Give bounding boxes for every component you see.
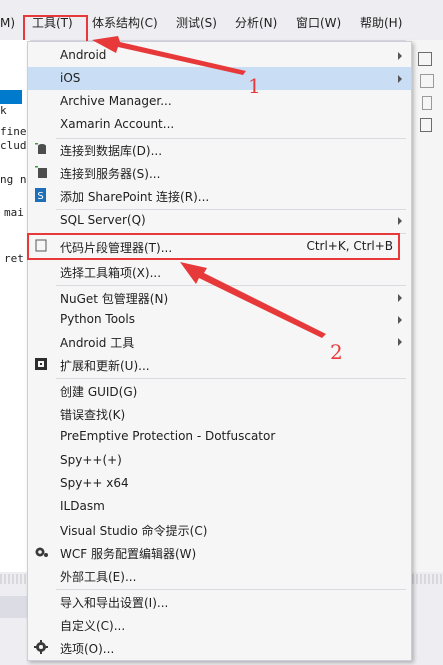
menu-item-label: 选项(O)...: [60, 642, 115, 656]
menu-item-ios[interactable]: iOS: [28, 67, 411, 90]
menu-item-spy-x64[interactable]: Spy++ x64: [28, 472, 411, 495]
menu-item-label: Android 工具: [60, 336, 135, 350]
code-line: mai: [4, 206, 24, 219]
menu-item-python-tools[interactable]: Python Tools: [28, 308, 411, 331]
sharepoint-icon: S: [35, 188, 46, 202]
menu-item-wcf-config-editor[interactable]: WCF 服务配置编辑器(W): [28, 541, 411, 564]
menu-project[interactable]: M): [0, 13, 15, 33]
toolbar-tablet-icon[interactable]: [420, 118, 432, 132]
code-line: ng n: [0, 173, 27, 186]
menu-item-connect-database[interactable]: 连接到数据库(D)...: [28, 138, 411, 161]
menu-item-create-guid[interactable]: 创建 GUID(G): [28, 379, 411, 402]
menu-item-label: Python Tools: [60, 312, 135, 326]
submenu-arrow-icon: [398, 294, 402, 302]
menu-item-external-tools[interactable]: 外部工具(E)...: [28, 564, 411, 587]
menu-item-label: iOS: [60, 71, 81, 85]
panel-tab[interactable]: [0, 596, 30, 618]
svg-text:S: S: [37, 191, 43, 202]
menu-item-label: WCF 服务配置编辑器(W): [60, 547, 197, 561]
menu-item-label: Archive Manager...: [60, 94, 172, 108]
menu-item-choose-toolbox-items[interactable]: 选择工具箱项(X)...: [28, 260, 411, 283]
extensions-icon: [35, 358, 47, 370]
menu-item-sql-server[interactable]: SQL Server(Q): [28, 209, 411, 232]
menu-item-connect-server[interactable]: 连接到服务器(S)...: [28, 161, 411, 184]
menu-item-error-lookup[interactable]: 错误查找(K): [28, 402, 411, 425]
menu-item-label: 创建 GUID(G): [60, 385, 138, 399]
menu-item-label: Xamarin Account...: [60, 117, 175, 131]
menu-item-nuget[interactable]: NuGet 包管理器(N): [28, 286, 411, 309]
menu-window[interactable]: 窗口(W): [296, 13, 341, 33]
menu-analyze[interactable]: 分析(N): [235, 13, 277, 33]
menu-item-label: Spy++(+): [60, 453, 122, 467]
menu-item-label: 扩展和更新(U)...: [60, 359, 150, 373]
menu-item-label: PreEmptive Protection - Dotfuscator: [60, 429, 276, 443]
wcf-gear-icon: [35, 547, 48, 557]
menu-item-ildasm[interactable]: ILDasm: [28, 495, 411, 518]
menu-item-label: 外部工具(E)...: [60, 570, 137, 584]
editor-tab[interactable]: [0, 90, 22, 104]
submenu-arrow-icon: [398, 52, 402, 60]
menu-item-label: Spy++ x64: [60, 476, 129, 490]
menu-item-label: Visual Studio 命令提示(C): [60, 524, 208, 538]
menu-test[interactable]: 测试(S): [176, 13, 217, 33]
submenu-arrow-icon: [398, 316, 402, 324]
menu-item-xamarin-account[interactable]: Xamarin Account...: [28, 113, 411, 136]
toolbar-page-icon[interactable]: [418, 52, 432, 66]
menu-item-android[interactable]: Android: [28, 44, 411, 67]
menu-item-import-export-settings[interactable]: 导入和导出设置(I)...: [28, 590, 411, 613]
code-editor[interactable]: [0, 40, 30, 580]
annotation-number-1: 1: [248, 74, 261, 98]
submenu-arrow-icon: [398, 217, 402, 225]
menu-item-vs-command-prompt[interactable]: Visual Studio 命令提示(C): [28, 518, 411, 541]
submenu-arrow-icon: [398, 75, 402, 83]
submenu-arrow-icon: [398, 338, 402, 346]
menu-item-label: 选择工具箱项(X)...: [60, 266, 162, 280]
menu-item-label: 添加 SharePoint 连接(R)...: [60, 190, 210, 204]
tools-dropdown-menu: Android iOS Archive Manager... Xamarin A…: [27, 41, 412, 661]
menu-item-label: 连接到数据库(D)...: [60, 144, 163, 158]
code-snippets-highlight-box: [27, 233, 400, 260]
menu-item-label: 自定义(C)...: [60, 619, 126, 633]
toolbar-device-icon[interactable]: [422, 96, 432, 110]
menu-item-label: 连接到服务器(S)...: [60, 167, 161, 181]
menu-item-label: ILDasm: [60, 499, 105, 513]
menu-help[interactable]: 帮助(H): [360, 13, 402, 33]
options-gear-icon: [34, 640, 48, 654]
menu-item-android-tools[interactable]: Android 工具: [28, 330, 411, 353]
menu-item-sharepoint[interactable]: S 添加 SharePoint 连接(R)...: [28, 184, 411, 207]
tools-highlight-box: [23, 15, 88, 44]
annotation-number-2: 2: [330, 340, 343, 364]
code-line: ret: [4, 252, 24, 265]
menu-architecture[interactable]: 体系结构(C): [92, 13, 158, 33]
toolbar-monitor-icon[interactable]: [420, 74, 434, 88]
database-connect-icon: [35, 143, 46, 154]
menu-item-spy[interactable]: Spy++(+): [28, 449, 411, 472]
server-connect-icon: [35, 166, 47, 178]
code-line: clud: [0, 139, 27, 152]
menu-item-dotfuscator[interactable]: PreEmptive Protection - Dotfuscator: [28, 425, 411, 448]
menu-item-label: 错误查找(K): [60, 408, 126, 422]
menu-item-label: SQL Server(Q): [60, 213, 146, 227]
menu-item-label: 导入和导出设置(I)...: [60, 596, 169, 610]
menu-item-archive-manager[interactable]: Archive Manager...: [28, 90, 411, 113]
code-line: fine: [0, 125, 27, 138]
menu-item-label: NuGet 包管理器(N): [60, 292, 169, 306]
menu-item-customize[interactable]: 自定义(C)...: [28, 613, 411, 636]
menu-item-label: Android: [60, 48, 107, 62]
menu-item-options[interactable]: 选项(O)...: [28, 636, 411, 659]
menu-item-extensions-updates[interactable]: 扩展和更新(U)...: [28, 353, 411, 376]
code-line: k: [0, 104, 7, 117]
